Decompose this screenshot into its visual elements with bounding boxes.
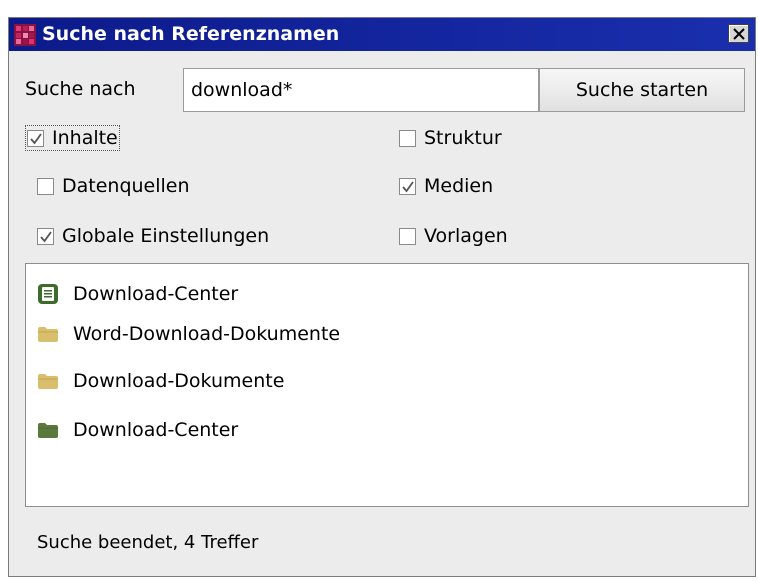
start-search-button[interactable]: Suche starten: [539, 68, 745, 112]
filter-globale-einstellungen[interactable]: Globale Einstellungen: [37, 225, 269, 247]
status-text: Suche beendet, 4 Treffer: [37, 532, 259, 553]
search-input[interactable]: [183, 68, 539, 112]
result-label: Download-Center: [73, 283, 239, 305]
checkmark-icon: [40, 230, 52, 242]
result-label: Word-Download-Dokumente: [73, 323, 341, 345]
filter-label: Vorlagen: [424, 225, 508, 247]
title-bar[interactable]: Suche nach Referenznamen: [9, 18, 755, 51]
result-label: Download-Center: [73, 419, 239, 441]
folder-icon: [38, 327, 58, 342]
filter-label: Datenquellen: [62, 175, 190, 197]
checkbox-vorlagen[interactable]: [399, 227, 416, 245]
close-button[interactable]: [728, 24, 749, 43]
results-list[interactable]: Download-Center Word-Download-Dokumente …: [25, 263, 749, 507]
filter-label: Globale Einstellungen: [62, 225, 270, 247]
app-icon: [14, 24, 36, 46]
filter-vorlagen[interactable]: Vorlagen: [399, 225, 508, 247]
window-title: Suche nach Referenznamen: [42, 23, 340, 45]
checkbox-medien[interactable]: [399, 177, 416, 195]
result-item[interactable]: Word-Download-Dokumente: [26, 314, 340, 354]
checkmark-icon: [402, 180, 414, 192]
checkbox-globale-einstellungen[interactable]: [37, 227, 54, 245]
page-icon: [38, 284, 58, 304]
filter-datenquellen[interactable]: Datenquellen: [37, 175, 190, 197]
checkmark-icon: [30, 132, 42, 144]
checkbox-inhalte[interactable]: [27, 129, 44, 147]
folder-icon: [38, 423, 58, 438]
close-icon: [732, 27, 745, 40]
filter-medien[interactable]: Medien: [399, 175, 493, 197]
filter-label: Struktur: [424, 127, 502, 149]
filter-label: Medien: [424, 175, 494, 197]
folder-icon: [38, 374, 58, 389]
checkbox-struktur[interactable]: [399, 129, 416, 147]
search-dialog: Suche nach Referenznamen Suche nach Such…: [8, 17, 756, 577]
filter-inhalte[interactable]: Inhalte: [25, 125, 120, 151]
checkbox-datenquellen[interactable]: [37, 177, 54, 195]
result-item[interactable]: Download-Dokumente: [26, 361, 284, 401]
search-label: Suche nach: [25, 78, 136, 100]
result-item[interactable]: Download-Center: [26, 274, 238, 314]
filter-label: Inhalte: [52, 127, 118, 149]
filter-struktur[interactable]: Struktur: [399, 127, 502, 149]
result-label: Download-Dokumente: [73, 370, 285, 392]
result-item[interactable]: Download-Center: [26, 410, 238, 450]
